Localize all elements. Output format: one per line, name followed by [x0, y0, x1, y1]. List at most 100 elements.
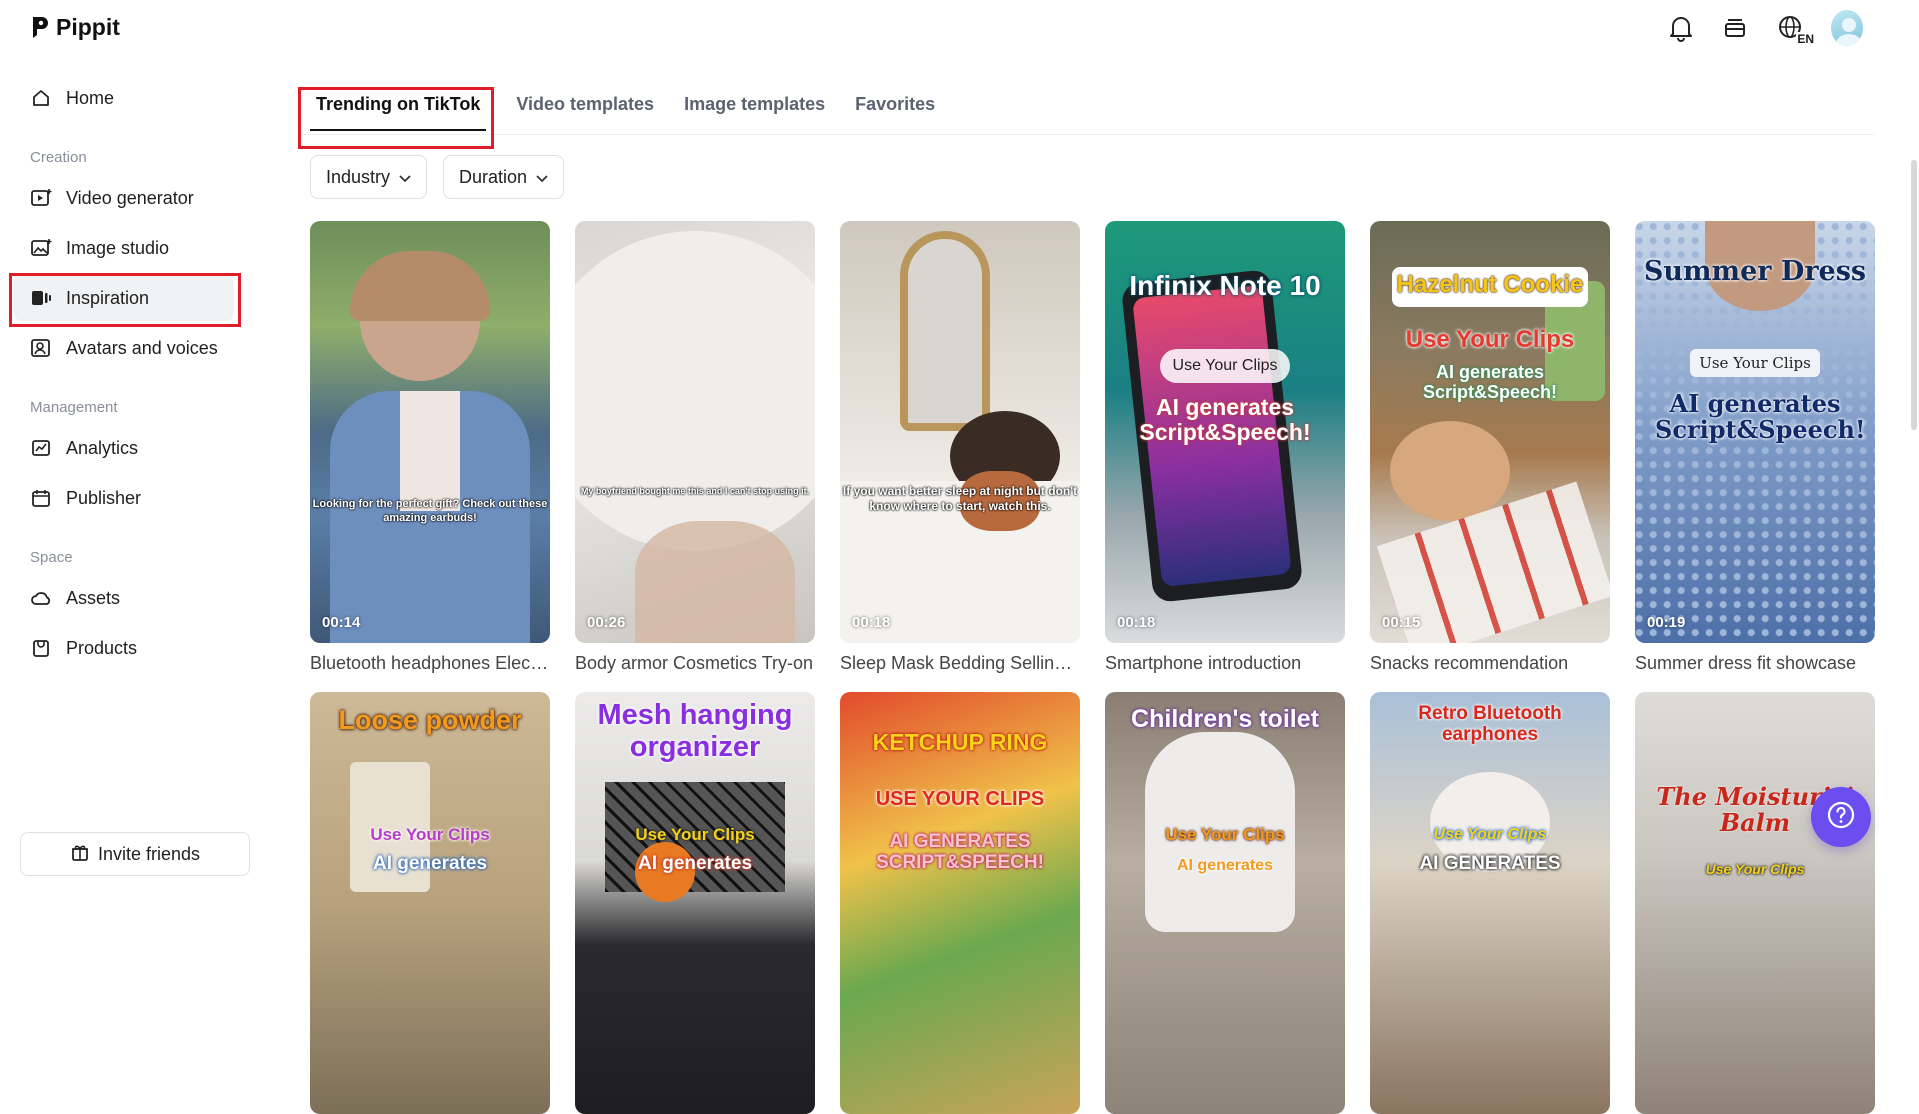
template-card[interactable]: KETCHUP RING USE YOUR CLIPS AI GENERATES…	[840, 692, 1080, 1114]
template-card[interactable]: The Moisturizi Balm Use Your Clips	[1635, 692, 1875, 1114]
video-overlay-title: Hazelnut Cookie	[1396, 271, 1584, 298]
sidebar-item-label: Publisher	[66, 487, 142, 508]
video-overlay-pill: Use Your Clips	[370, 825, 490, 844]
section-label-management: Management	[30, 399, 118, 416]
video-overlay-title: KETCHUP RING	[872, 729, 1048, 755]
calendar-icon	[30, 487, 52, 509]
sidebar-item-image-studio[interactable]: Image studio	[14, 225, 234, 271]
tab-favorites[interactable]: Favorites	[855, 88, 935, 131]
video-thumbnail: Infinix Note 10 Use Your Clips AI genera…	[1105, 221, 1345, 643]
video-overlay-pill: Use Your Clips	[635, 825, 755, 844]
template-caption: Sleep Mask Bedding Selling Points	[840, 653, 1080, 673]
video-overlay-subtitle: AI generates	[637, 853, 753, 874]
video-overlay-text: Looking for the perfect gift? Check out …	[312, 498, 548, 524]
video-overlay-title: Mesh hanging organizer	[597, 699, 793, 763]
sidebar-item-label: Video generator	[66, 187, 194, 208]
template-caption: Snacks recommendation	[1370, 653, 1569, 673]
language-code: EN	[1796, 32, 1815, 46]
chevron-down-icon	[535, 167, 549, 188]
filter-bar: Industry Duration	[310, 155, 565, 199]
video-overlay-pill: Use Your Clips	[1705, 861, 1805, 877]
tab-trending-on-tiktok[interactable]: Trending on TikTok	[310, 88, 487, 131]
template-card[interactable]: Mesh hanging organizer Use Your Clips AI…	[575, 692, 815, 1114]
template-card[interactable]: Looking for the perfect gift? Check out …	[310, 221, 550, 674]
sidebar-item-publisher[interactable]: Publisher	[14, 475, 234, 521]
duration-filter-label: Duration	[459, 166, 528, 187]
user-avatar[interactable]	[1831, 10, 1863, 46]
video-overlay-pill: Use Your Clips	[1405, 326, 1575, 353]
section-label-creation: Creation	[30, 149, 87, 166]
sidebar-item-label: Home	[66, 87, 115, 108]
industry-filter-dropdown[interactable]: Industry	[310, 155, 428, 199]
sidebar-item-video-generator[interactable]: Video generator	[14, 175, 234, 221]
template-caption: Bluetooth headphones Electronics Ad	[310, 653, 550, 673]
tab-divider	[300, 134, 1875, 135]
scrollbar[interactable]	[1911, 160, 1917, 430]
template-card[interactable]: Infinix Note 10 Use Your Clips AI genera…	[1105, 221, 1345, 674]
home-icon	[30, 87, 52, 109]
tab-image-templates[interactable]: Image templates	[684, 88, 825, 131]
video-duration: 00:26	[587, 614, 626, 631]
template-card[interactable]: If you want better sleep at night but do…	[840, 221, 1080, 674]
invite-friends-button[interactable]: Invite friends	[20, 832, 250, 876]
video-overlay-pill: USE YOUR CLIPS	[875, 788, 1045, 810]
sidebar-item-analytics[interactable]: Analytics	[14, 425, 234, 471]
template-caption: Body armor Cosmetics Try-on	[575, 653, 814, 673]
template-card[interactable]: My boyfriend bought me this and I can't …	[575, 221, 815, 674]
video-overlay-text: My boyfriend bought me this and I can't …	[580, 486, 810, 496]
sidebar: Pippit Home Creation Video generator Ima…	[0, 0, 264, 890]
sidebar-item-label: Assets	[66, 587, 121, 608]
avatar-voice-icon	[30, 337, 52, 359]
video-overlay-title: Loose powder	[338, 705, 522, 735]
template-card[interactable]: Children's toilet Use Your Clips AI gene…	[1105, 692, 1345, 1114]
video-plus-icon	[30, 187, 52, 209]
video-overlay-pill: Use Your Clips	[1165, 825, 1285, 844]
video-duration: 00:14	[322, 614, 361, 631]
pippit-logo[interactable]: Pippit	[30, 14, 120, 41]
template-card[interactable]: Loose powder Use Your Clips AI generates	[310, 692, 550, 1114]
video-thumbnail: My boyfriend bought me this and I can't …	[575, 221, 815, 643]
layers-icon[interactable]	[1719, 12, 1751, 44]
video-thumbnail: Children's toilet Use Your Clips AI gene…	[1105, 692, 1345, 1114]
duration-filter-dropdown[interactable]: Duration	[443, 155, 565, 199]
analytics-icon	[30, 437, 52, 459]
video-duration: 00:15	[1382, 614, 1421, 631]
video-overlay-subtitle: AI GENERATES SCRIPT&SPEECH!	[876, 831, 1044, 873]
video-thumbnail: Hazelnut Cookie Use Your Clips AI genera…	[1370, 221, 1610, 643]
template-card[interactable]: Hazelnut Cookie Use Your Clips AI genera…	[1370, 221, 1610, 674]
video-thumbnail: Retro Bluetooth earphones Use Your Clips…	[1370, 692, 1610, 1114]
brand-name: Pippit	[56, 14, 120, 40]
inspiration-icon	[30, 287, 52, 309]
help-button[interactable]	[1811, 787, 1871, 847]
product-box-icon	[30, 637, 52, 659]
sidebar-item-label: Image studio	[66, 237, 170, 258]
sidebar-item-label: Products	[66, 637, 138, 658]
video-overlay-subtitle: AI generates Script&Speech!	[1422, 362, 1558, 402]
image-edit-icon	[30, 237, 52, 259]
video-overlay-subtitle: AI generates Script&Speech!	[1655, 389, 1866, 445]
sidebar-item-inspiration[interactable]: Inspiration	[14, 275, 234, 321]
video-overlay-subtitle: AI generates	[1176, 857, 1274, 874]
notification-bell-icon[interactable]	[1665, 12, 1697, 44]
video-thumbnail: The Moisturizi Balm Use Your Clips	[1635, 692, 1875, 1114]
inspiration-tabs: Trending on TikTok Video templates Image…	[310, 88, 935, 131]
language-globe-icon[interactable]: EN	[1773, 12, 1815, 46]
video-overlay-title: Retro Bluetooth earphones	[1418, 703, 1562, 745]
question-mark-icon	[1826, 800, 1856, 835]
sidebar-item-avatars-and-voices[interactable]: Avatars and voices	[14, 325, 234, 371]
avatar	[1831, 10, 1863, 46]
sidebar-item-label: Avatars and voices	[66, 337, 218, 358]
template-card[interactable]: Summer Dress Use Your Clips AI generates…	[1635, 221, 1875, 674]
sidebar-item-label: Analytics	[66, 437, 139, 458]
video-overlay-title: Summer Dress	[1643, 256, 1867, 287]
sidebar-item-products[interactable]: Products	[14, 625, 234, 671]
sidebar-item-assets[interactable]: Assets	[14, 575, 234, 621]
video-overlay-pill: Use Your Clips	[1433, 826, 1547, 843]
template-card[interactable]: Retro Bluetooth earphones Use Your Clips…	[1370, 692, 1610, 1114]
tab-video-templates[interactable]: Video templates	[516, 88, 654, 131]
video-thumbnail: Mesh hanging organizer Use Your Clips AI…	[575, 692, 815, 1114]
video-thumbnail: Looking for the perfect gift? Check out …	[310, 221, 550, 643]
video-thumbnail: Loose powder Use Your Clips AI generates	[310, 692, 550, 1114]
sidebar-item-label: Inspiration	[66, 287, 150, 308]
sidebar-item-home[interactable]: Home	[14, 75, 234, 121]
